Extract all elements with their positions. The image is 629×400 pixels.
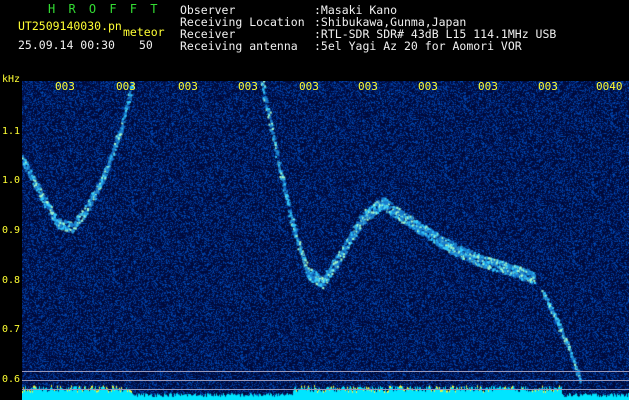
y-tick-label: 0.6 xyxy=(2,374,21,385)
y-axis-unit: kHz xyxy=(2,74,21,85)
x-tick-label: 003 xyxy=(178,80,198,93)
app-logo: H R O F F T xyxy=(48,2,161,16)
x-tick-label: 003 xyxy=(55,80,75,93)
frequency-marker-line xyxy=(22,389,629,390)
x-tick-label: 003 xyxy=(299,80,319,93)
y-tick-label: 0.8 xyxy=(2,275,21,286)
x-tick-label: 0040 xyxy=(596,80,623,93)
timestamp: 25.09.14 00:30 xyxy=(18,38,115,52)
x-tick-label: 003 xyxy=(478,80,498,93)
x-tick-label: 003 xyxy=(538,80,558,93)
antenna-label: Receiving antenna xyxy=(180,39,298,53)
x-tick-label: 003 xyxy=(358,80,378,93)
x-tick-label: 003 xyxy=(116,80,136,93)
spectrogram-canvas xyxy=(22,81,629,400)
y-tick-label: 1.1 xyxy=(2,126,21,137)
file-type-label: meteor xyxy=(123,25,165,39)
spectrogram xyxy=(22,81,629,400)
x-tick-label: 003 xyxy=(238,80,258,93)
detection-count: 50 xyxy=(139,38,153,52)
y-tick-label: 0.9 xyxy=(2,225,21,236)
frequency-marker-line xyxy=(22,371,629,372)
hrofft-window: H R O F F T UT2509140030.pn meteor 25.09… xyxy=(0,0,629,400)
x-tick-label: 003 xyxy=(418,80,438,93)
y-tick-label: 0.7 xyxy=(2,324,21,335)
y-tick-label: 1.0 xyxy=(2,175,21,186)
antenna-value: :5el Yagi Az 20 for Aomori VOR xyxy=(314,39,522,53)
file-name: UT2509140030.pn xyxy=(18,19,122,33)
frequency-marker-line xyxy=(22,380,629,381)
